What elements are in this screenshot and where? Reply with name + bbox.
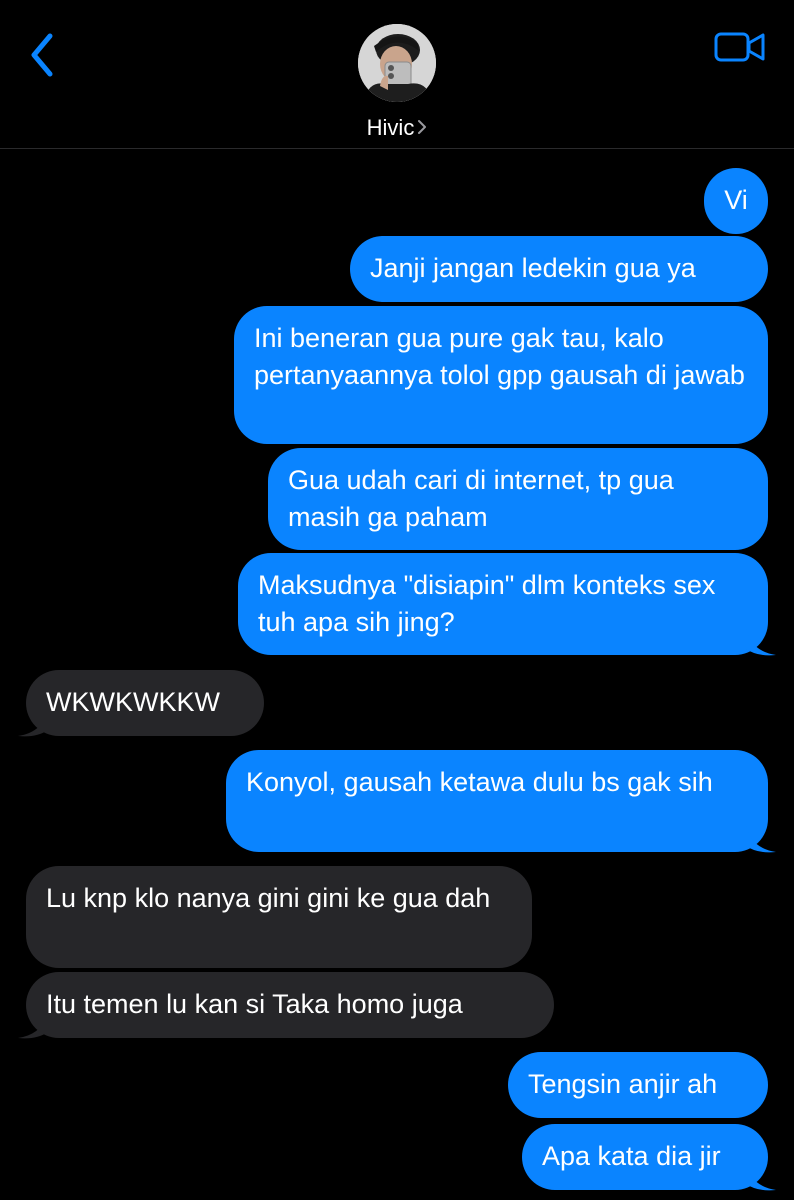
avatar-photo — [358, 24, 436, 102]
message-text: Janji jangan ledekin gua ya — [370, 253, 696, 283]
message-bubble-sent[interactable]: Maksudnya "disiapin" dlm konteks sex tuh… — [238, 553, 768, 655]
bubble-tail-received — [18, 1010, 48, 1039]
message-text: Lu knp klo nanya gini gini ke gua dah — [46, 883, 491, 913]
chevron-left-icon — [31, 33, 53, 77]
message-text: WKWKWKKW — [46, 687, 220, 717]
bubble-tail-sent — [746, 1162, 776, 1191]
message-bubble-sent[interactable]: Apa kata dia jir — [522, 1124, 768, 1190]
message-bubble-received[interactable]: Lu knp klo nanya gini gini ke gua dah — [26, 866, 532, 968]
message-bubble-received[interactable]: Itu temen lu kan si Taka homo juga — [26, 972, 554, 1038]
message-text: Itu temen lu kan si Taka homo juga — [46, 989, 463, 1019]
message-text: Konyol, gausah ketawa dulu bs gak sih — [246, 767, 713, 797]
message-text: Vi — [724, 185, 748, 215]
message-text: Maksudnya "disiapin" dlm konteks sex tuh… — [258, 570, 716, 637]
contact-name-link[interactable]: Hivic — [0, 115, 794, 141]
message-text: Gua udah cari di internet, tp gua masih … — [288, 465, 674, 532]
contact-avatar[interactable] — [358, 24, 436, 102]
message-text: Tengsin anjir ah — [528, 1069, 718, 1099]
message-bubble-sent[interactable]: Janji jangan ledekin gua ya — [350, 236, 768, 302]
chevron-right-icon — [417, 115, 427, 141]
message-bubble-sent[interactable]: Gua udah cari di internet, tp gua masih … — [268, 448, 768, 550]
video-call-button[interactable] — [714, 30, 766, 66]
contact-name: Hivic — [366, 115, 415, 140]
message-bubble-sent[interactable]: Ini beneran gua pure gak tau, kalo perta… — [234, 306, 768, 444]
message-bubble-sent[interactable]: Konyol, gausah ketawa dulu bs gak sih — [226, 750, 768, 852]
conversation-header: Hivic — [0, 0, 794, 149]
message-text: Apa kata dia jir — [542, 1141, 721, 1171]
bubble-tail-received — [18, 708, 48, 737]
bubble-tail-sent — [746, 824, 776, 853]
back-button[interactable] — [22, 30, 66, 80]
message-text: Ini beneran gua pure gak tau, kalo perta… — [254, 323, 745, 390]
bubble-tail-sent — [746, 627, 776, 656]
video-camera-icon — [714, 32, 765, 62]
message-bubble-sent[interactable]: Tengsin anjir ah — [508, 1052, 768, 1118]
message-bubble-sent[interactable]: Vi — [704, 168, 768, 234]
message-bubble-received[interactable]: WKWKWKKW — [26, 670, 264, 736]
